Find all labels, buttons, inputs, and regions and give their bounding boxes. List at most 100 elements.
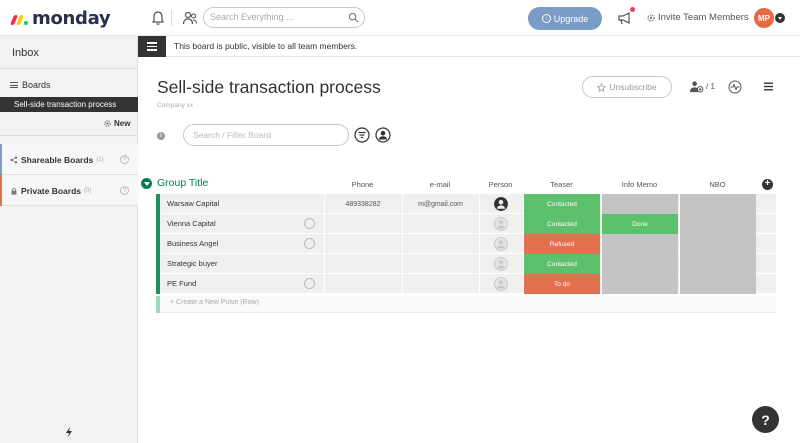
phone-cell[interactable]: [324, 254, 401, 274]
info-icon[interactable]: ?: [120, 186, 129, 195]
monday-logo-mark: [9, 11, 28, 25]
person-cell[interactable]: [479, 234, 522, 254]
teaser-status[interactable]: Contacted: [523, 254, 600, 274]
sidebar-inbox[interactable]: Inbox: [12, 47, 39, 59]
email-cell[interactable]: [402, 254, 478, 274]
table-row[interactable]: Vienna Capital Contacted Done: [156, 214, 776, 234]
share-icon: [10, 156, 18, 164]
row-group-color-bar: [156, 214, 160, 234]
column-header-info-memo[interactable]: Info Memo: [601, 180, 678, 189]
group-title[interactable]: Group Title: [157, 177, 208, 189]
email-cell[interactable]: m@gmail.com: [402, 194, 478, 214]
sidebar-private-boards[interactable]: Private Boards (0) ?: [0, 175, 138, 206]
members-count: / 1: [706, 82, 715, 91]
person-cell[interactable]: [479, 254, 522, 274]
board-title[interactable]: Sell-side transaction process: [157, 77, 381, 98]
person-cell[interactable]: [479, 214, 522, 234]
column-header-person[interactable]: Person: [479, 180, 522, 189]
board-members-button[interactable]: / 1: [689, 80, 715, 93]
person-cell[interactable]: [479, 194, 522, 214]
unassigned-person-icon: [494, 237, 508, 251]
board-info-icon[interactable]: i: [157, 132, 165, 140]
phone-cell[interactable]: [324, 274, 401, 294]
comment-bubble-icon[interactable]: [304, 238, 315, 249]
global-search-input[interactable]: [210, 12, 350, 22]
user-avatar[interactable]: MP: [754, 8, 774, 28]
board-filter-input[interactable]: [193, 130, 343, 140]
row-name[interactable]: Warsaw Capital: [167, 199, 219, 208]
add-column-button[interactable]: +: [762, 179, 773, 190]
group-collapse-toggle[interactable]: [141, 178, 152, 189]
chevron-down-icon[interactable]: [775, 13, 785, 23]
megaphone-icon: [618, 12, 630, 25]
nbo-status[interactable]: [679, 194, 756, 214]
sidebar-shareable-boards[interactable]: Shareable Boards (1) ?: [0, 144, 138, 175]
invite-label: Invite Team Members: [658, 12, 749, 23]
filter-icon[interactable]: [354, 127, 370, 143]
global-search[interactable]: [203, 7, 365, 28]
visibility-notice-text: This board is public, visible to all tea…: [174, 41, 358, 51]
info-memo-status[interactable]: Done: [601, 214, 678, 234]
email-cell[interactable]: [402, 214, 478, 234]
sidebar-item-active-board[interactable]: Sell-side transaction process: [0, 97, 138, 112]
upgrade-button[interactable]: ↑ Upgrade: [528, 7, 602, 30]
teaser-status[interactable]: To do: [523, 274, 600, 294]
email-cell[interactable]: [402, 274, 478, 294]
table-row[interactable]: Business Angel Refused: [156, 234, 776, 254]
table-row[interactable]: Warsaw Capital 489338282 m@gmail.com Con…: [156, 194, 776, 214]
column-header-nbo[interactable]: NBO: [679, 180, 756, 189]
create-new-pulse-row[interactable]: [156, 296, 776, 313]
table-row[interactable]: PE Fund To do: [156, 274, 776, 294]
monday-logo[interactable]: monday: [9, 6, 111, 30]
sidebar-divider: [0, 68, 138, 69]
bell-icon[interactable]: [150, 10, 166, 26]
comment-bubble-icon[interactable]: [304, 278, 315, 289]
lightning-icon[interactable]: [65, 427, 73, 437]
board-description[interactable]: Company xx: [157, 102, 193, 109]
nbo-status[interactable]: [679, 254, 756, 274]
row-group-color-bar: [156, 274, 160, 294]
invite-team-members-button[interactable]: Invite Team Members: [646, 12, 749, 23]
whats-new-button[interactable]: [617, 7, 635, 26]
list-icon: [10, 82, 18, 88]
unsubscribe-button[interactable]: Unsubscribe: [582, 76, 672, 98]
teaser-status[interactable]: Contacted: [523, 194, 600, 214]
board-menu-icon[interactable]: [764, 82, 773, 91]
shareable-boards-text: Shareable Boards: [21, 155, 94, 165]
table-row[interactable]: Strategic buyer Contacted: [156, 254, 776, 274]
nbo-status[interactable]: [679, 274, 756, 294]
row-name[interactable]: Business Angel: [167, 239, 218, 248]
board-filter[interactable]: [183, 124, 349, 146]
nbo-status[interactable]: [679, 234, 756, 254]
teaser-status[interactable]: Refused: [523, 234, 600, 254]
new-pulse-input[interactable]: [170, 299, 370, 306]
comment-bubble-icon[interactable]: [304, 218, 315, 229]
teaser-status[interactable]: Contacted: [523, 214, 600, 234]
column-header-teaser[interactable]: Teaser: [523, 180, 600, 189]
phone-cell[interactable]: 489338282: [324, 194, 401, 214]
person-filter-icon[interactable]: [375, 127, 391, 143]
info-memo-status[interactable]: [601, 234, 678, 254]
info-memo-status[interactable]: [601, 254, 678, 274]
activity-log-icon[interactable]: [728, 80, 742, 94]
brand-name: monday: [32, 7, 111, 29]
info-icon[interactable]: ?: [120, 155, 129, 164]
nbo-status[interactable]: [679, 214, 756, 234]
row-name[interactable]: Strategic buyer: [167, 259, 217, 268]
info-memo-status[interactable]: [601, 194, 678, 214]
sidebar-boards-header[interactable]: Boards: [10, 80, 51, 90]
column-header-phone[interactable]: Phone: [324, 180, 401, 189]
info-memo-status[interactable]: [601, 274, 678, 294]
phone-cell[interactable]: [324, 214, 401, 234]
help-button[interactable]: ?: [752, 406, 779, 433]
person-cell[interactable]: [479, 274, 522, 294]
row-name[interactable]: PE Fund: [167, 279, 196, 288]
email-cell[interactable]: [402, 234, 478, 254]
gear-icon: [647, 13, 655, 22]
sidebar-toggle-button[interactable]: [138, 36, 166, 57]
team-icon[interactable]: [182, 10, 198, 26]
phone-cell[interactable]: [324, 234, 401, 254]
new-board-button[interactable]: New: [103, 119, 130, 128]
column-header-email[interactable]: e-mail: [402, 180, 478, 189]
row-name[interactable]: Vienna Capital: [167, 219, 216, 228]
